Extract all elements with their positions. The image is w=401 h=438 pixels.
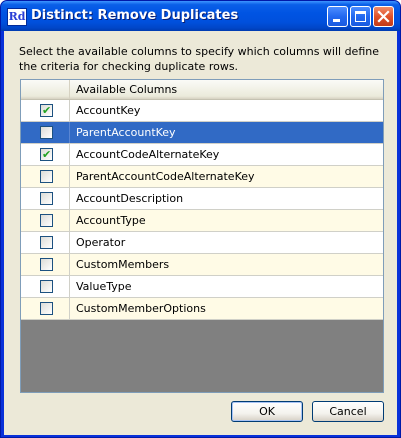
column-name: Operator [76,236,126,249]
table-row[interactable]: ✔ AccountCodeAlternateKey [21,144,383,166]
row-checkbox[interactable] [40,214,53,227]
row-checkbox[interactable] [40,302,53,315]
table-row[interactable]: AccountType [21,210,383,232]
minimize-button[interactable] [327,6,348,27]
app-icon: Rd [7,8,27,26]
row-checkbox[interactable] [40,126,53,139]
dialog-body: Select the available columns to specify … [4,31,397,435]
row-checkbox[interactable] [40,280,53,293]
close-button[interactable] [373,6,394,27]
column-name: ParentAccountKey [76,126,176,139]
table-row[interactable]: ParentAccountKey [21,122,383,144]
title-bar[interactable]: Rd Distinct: Remove Duplicates [1,1,400,31]
cell-separator [69,276,70,297]
maximize-icon [355,11,366,22]
grid-header: Available Columns [21,80,383,100]
cell-separator [69,232,70,253]
column-name: CustomMembers [76,258,170,271]
check-icon: ✔ [42,104,52,117]
column-name: ValueType [76,280,132,293]
cell-separator [69,122,70,143]
table-row[interactable]: CustomMembers [21,254,383,276]
table-row[interactable]: CustomMemberOptions [21,298,383,320]
row-checkbox[interactable] [40,192,53,205]
cell-separator [69,188,70,209]
header-available-columns: Available Columns [76,83,178,96]
column-name: AccountKey [76,104,141,117]
row-checkbox[interactable] [40,258,53,271]
row-checkbox[interactable]: ✔ [40,104,53,117]
columns-grid: Available Columns ✔ AccountKey ParentAccou… [20,79,384,393]
cell-separator [69,144,70,165]
table-row[interactable]: Operator [21,232,383,254]
row-checkbox[interactable]: ✔ [40,148,53,161]
cell-separator [69,100,70,121]
row-checkbox[interactable] [40,170,53,183]
cell-separator [69,210,70,231]
row-checkbox[interactable] [40,236,53,249]
instructions-text: Select the available columns to specify … [19,45,379,73]
table-row[interactable]: ✔ AccountKey [21,100,383,122]
column-name: AccountDescription [76,192,184,205]
table-row[interactable]: AccountDescription [21,188,383,210]
column-name: AccountType [76,214,146,227]
column-name: AccountCodeAlternateKey [76,148,220,161]
cell-separator [69,166,70,187]
check-icon: ✔ [42,148,52,161]
column-name: ParentAccountCodeAlternateKey [76,170,255,183]
table-row[interactable]: ValueType [21,276,383,298]
table-row[interactable]: ParentAccountCodeAlternateKey [21,166,383,188]
maximize-button[interactable] [350,6,371,27]
window-title: Distinct: Remove Duplicates [31,8,239,23]
dialog-window: Rd Distinct: Remove Duplicates Select th… [0,0,401,438]
cell-separator [69,298,70,319]
minimize-icon [333,19,340,22]
cancel-button[interactable]: Cancel [312,401,384,422]
header-check-column [21,80,70,99]
cell-separator [69,254,70,275]
column-name: CustomMemberOptions [76,302,206,315]
close-icon [377,10,390,23]
ok-button[interactable]: OK [231,401,303,422]
